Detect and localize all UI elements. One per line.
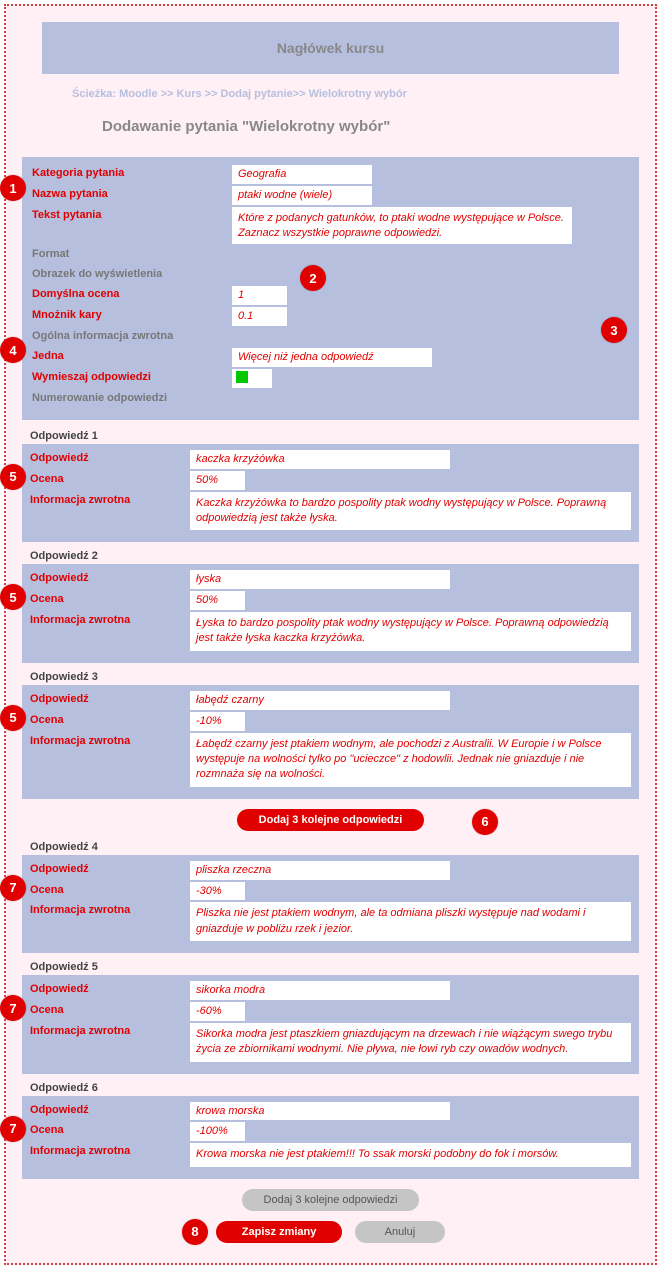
answer-3-title: Odpowiedź 3 — [30, 671, 639, 683]
label-name: Nazwa pytania — [32, 186, 232, 200]
label-text: Tekst pytania — [32, 207, 232, 221]
feedback-label: Informacja zwrotna — [30, 612, 190, 651]
answer-3-panel: Odpowiedźłabędź czarny Ocena-10% Informa… — [22, 685, 639, 799]
page-title: Dodawanie pytania "Wielokrotny wybór" — [102, 118, 639, 135]
grade-label: Ocena — [30, 882, 190, 901]
label-category: Kategoria pytania — [32, 165, 232, 179]
callout-3: 3 — [601, 317, 627, 343]
answer-label: Odpowiedź — [30, 1102, 190, 1121]
label-shuffle: Wymieszaj odpowiedzi — [32, 369, 232, 383]
feedback-label: Informacja zwrotna — [30, 902, 190, 941]
callout-5a: 5 — [0, 464, 26, 490]
add-more-answers-button-red[interactable]: Dodaj 3 kolejne odpowiedzi — [237, 809, 425, 831]
answer-label: Odpowiedź — [30, 861, 190, 880]
answer-2-text[interactable]: łyska — [190, 570, 450, 589]
label-penalty: Mnożnik kary — [32, 307, 232, 321]
label-general-feedback: Ogólna informacja zwrotna — [32, 328, 232, 342]
feedback-label: Informacja zwrotna — [30, 1143, 190, 1166]
callout-7b: 7 — [0, 995, 26, 1021]
callout-8: 8 — [182, 1219, 208, 1245]
answer-label: Odpowiedź — [30, 450, 190, 469]
label-image: Obrazek do wyświetlenia — [32, 266, 232, 280]
field-category[interactable]: Geografia — [232, 165, 372, 184]
callout-6: 6 — [472, 809, 498, 835]
answer-label: Odpowiedź — [30, 981, 190, 1000]
callout-7c: 7 — [0, 1116, 26, 1142]
answer-2-title: Odpowiedź 2 — [30, 550, 639, 562]
label-default-grade: Domyślna ocena — [32, 286, 232, 300]
answer-2-grade[interactable]: 50% — [190, 591, 245, 610]
save-button[interactable]: Zapisz zmiany — [216, 1221, 343, 1243]
answer-1-feedback[interactable]: Kaczka krzyżówka to bardzo pospolity pta… — [190, 492, 631, 531]
answer-4-feedback[interactable]: Pliszka nie jest ptakiem wodnym, ale ta … — [190, 902, 631, 941]
callout-4: 4 — [0, 337, 26, 363]
answer-4-title: Odpowiedź 4 — [30, 841, 639, 853]
answer-1-panel: Odpowiedźkaczka krzyżówka Ocena50% Infor… — [22, 444, 639, 542]
answer-5-grade[interactable]: -60% — [190, 1002, 245, 1021]
answer-3-feedback[interactable]: Łabędź czarny jest ptakiem wodnym, ale p… — [190, 733, 631, 787]
grade-label: Ocena — [30, 591, 190, 610]
grade-label: Ocena — [30, 1002, 190, 1021]
answer-4-text[interactable]: pliszka rzeczna — [190, 861, 450, 880]
answer-6-panel: Odpowiedźkrowa morska Ocena-100% Informa… — [22, 1096, 639, 1179]
course-header: Nagłówek kursu — [42, 22, 619, 74]
answer-6-feedback[interactable]: Krowa morska nie jest ptakiem!!! To ssak… — [190, 1143, 631, 1166]
grade-label: Ocena — [30, 1122, 190, 1141]
answer-3-text[interactable]: łabędź czarny — [190, 691, 450, 710]
field-text[interactable]: Które z podanych gatunków, to ptaki wodn… — [232, 207, 572, 245]
breadcrumb: Ścieżka: Moodle >> Kurs >> Dodaj pytanie… — [72, 88, 639, 100]
answer-5-text[interactable]: sikorka modra — [190, 981, 450, 1000]
callout-1: 1 — [0, 175, 26, 201]
answer-6-text[interactable]: krowa morska — [190, 1102, 450, 1121]
page-container: Nagłówek kursu Ścieżka: Moodle >> Kurs >… — [4, 4, 657, 1265]
label-format: Format — [32, 246, 232, 260]
answer-5-panel: Odpowiedźsikorka modra Ocena-60% Informa… — [22, 975, 639, 1073]
callout-5c: 5 — [0, 705, 26, 731]
feedback-label: Informacja zwrotna — [30, 733, 190, 787]
answer-label: Odpowiedź — [30, 691, 190, 710]
feedback-label: Informacja zwrotna — [30, 1023, 190, 1062]
field-penalty[interactable]: 0.1 — [232, 307, 287, 326]
question-settings-panel: 1 2 3 4 Kategoria pytaniaGeografia Nazwa… — [22, 157, 639, 420]
answer-1-title: Odpowiedź 1 — [30, 430, 639, 442]
answer-5-title: Odpowiedź 5 — [30, 961, 639, 973]
grade-label: Ocena — [30, 471, 190, 490]
callout-7a: 7 — [0, 875, 26, 901]
answer-3-grade[interactable]: -10% — [190, 712, 245, 731]
grade-label: Ocena — [30, 712, 190, 731]
answer-5-feedback[interactable]: Sikorka modra jest ptaszkiem gniazdujący… — [190, 1023, 631, 1062]
answer-6-grade[interactable]: -100% — [190, 1122, 245, 1141]
field-single[interactable]: Więcej niż jedna odpowiedź — [232, 348, 432, 367]
answer-label: Odpowiedź — [30, 570, 190, 589]
answer-4-grade[interactable]: -30% — [190, 882, 245, 901]
field-default-grade[interactable]: 1 — [232, 286, 287, 305]
answer-1-text[interactable]: kaczka krzyżówka — [190, 450, 450, 469]
answer-2-feedback[interactable]: Łyska to bardzo pospolity ptak wodny wys… — [190, 612, 631, 651]
field-name[interactable]: ptaki wodne (wiele) — [232, 186, 372, 205]
answer-1-grade[interactable]: 50% — [190, 471, 245, 490]
add-more-answers-button-grey[interactable]: Dodaj 3 kolejne odpowiedzi — [242, 1189, 420, 1211]
answer-6-title: Odpowiedź 6 — [30, 1082, 639, 1094]
feedback-label: Informacja zwrotna — [30, 492, 190, 531]
label-numbering: Numerowanie odpowiedzi — [32, 390, 232, 404]
callout-2: 2 — [300, 265, 326, 291]
answer-4-panel: Odpowiedźpliszka rzeczna Ocena-30% Infor… — [22, 855, 639, 953]
cancel-button[interactable]: Anuluj — [355, 1221, 446, 1243]
checkbox-shuffle[interactable] — [236, 371, 248, 383]
answer-2-panel: Odpowiedźłyska Ocena50% Informacja zwrot… — [22, 564, 639, 662]
label-single: Jedna — [32, 348, 232, 362]
